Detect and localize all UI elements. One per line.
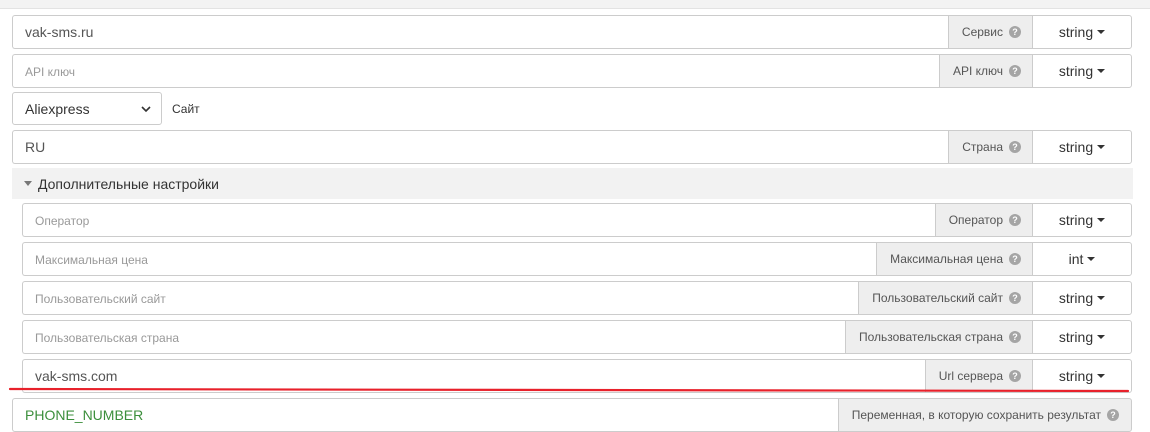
api-key-label-text: API ключ: [952, 64, 1003, 78]
site-select-value: Aliexpress: [25, 100, 90, 117]
top-toolbar-strip: [0, 0, 1150, 9]
custom-country-row: Пользовательская страна ? string: [22, 320, 1132, 354]
custom-site-type-label: string: [1058, 290, 1094, 306]
operator-type-dropdown[interactable]: string: [1032, 203, 1132, 237]
caret-down-icon: [1097, 218, 1106, 222]
operator-input[interactable]: [22, 203, 935, 237]
site-label: Сайт: [172, 102, 200, 116]
operator-label-text: Оператор: [948, 213, 1003, 227]
caret-down-icon: [1097, 335, 1106, 339]
custom-country-input[interactable]: [22, 320, 845, 354]
api-key-type-dropdown[interactable]: string: [1032, 54, 1132, 88]
help-icon[interactable]: ?: [1009, 26, 1021, 38]
operator-type-label: string: [1058, 212, 1094, 228]
api-key-label: API ключ ?: [938, 54, 1032, 88]
advanced-settings-toggle[interactable]: Дополнительные настройки: [12, 168, 1133, 199]
api-key-input[interactable]: [12, 54, 939, 88]
caret-down-icon: [1097, 296, 1106, 300]
max-price-type-dropdown[interactable]: int: [1032, 242, 1132, 276]
custom-site-row: Пользовательский сайт ? string: [22, 281, 1132, 315]
country-label-text: Страна: [962, 140, 1003, 154]
operator-label: Оператор ?: [934, 203, 1032, 237]
custom-site-input[interactable]: [22, 281, 859, 315]
api-key-type-label: string: [1058, 63, 1094, 79]
country-type-label: string: [1058, 139, 1094, 155]
help-icon[interactable]: ?: [1009, 141, 1021, 153]
country-input[interactable]: [12, 130, 949, 164]
max-price-input[interactable]: [22, 242, 877, 276]
caret-down-icon: [1087, 257, 1096, 261]
custom-country-label-text: Пользовательская страна: [858, 330, 1003, 344]
caret-down-icon: [1097, 30, 1106, 34]
caret-down-icon: [1097, 69, 1106, 73]
service-label: Сервис ?: [947, 15, 1032, 49]
operator-row: Оператор ? string: [22, 203, 1132, 237]
max-price-label: Максимальная цена ?: [876, 242, 1032, 276]
triangle-down-icon: [24, 181, 32, 186]
max-price-row: Максимальная цена ? int: [22, 242, 1132, 276]
caret-down-icon: [1097, 145, 1106, 149]
help-icon[interactable]: ?: [1009, 292, 1021, 304]
custom-site-label: Пользовательский сайт ?: [858, 281, 1032, 315]
result-variable-label: Переменная, в которую сохранить результа…: [837, 398, 1132, 432]
service-type-dropdown[interactable]: string: [1032, 15, 1132, 49]
country-type-dropdown[interactable]: string: [1032, 130, 1132, 164]
help-icon[interactable]: ?: [1009, 65, 1021, 77]
advanced-settings-title: Дополнительные настройки: [38, 175, 219, 192]
result-variable-label-text: Переменная, в которую сохранить результа…: [851, 408, 1101, 422]
api-key-row: API ключ ? string: [12, 54, 1132, 88]
custom-country-type-label: string: [1058, 329, 1094, 345]
caret-down-icon: [1097, 374, 1106, 378]
help-icon[interactable]: ?: [1009, 331, 1021, 343]
country-label: Страна ?: [948, 130, 1032, 164]
country-row: Страна ? string: [12, 130, 1132, 164]
help-icon[interactable]: ?: [1107, 409, 1119, 421]
chevron-down-icon: [141, 106, 151, 113]
site-select[interactable]: Aliexpress: [12, 92, 162, 125]
max-price-label-text: Максимальная цена: [890, 252, 1003, 266]
service-type-label: string: [1058, 24, 1094, 40]
custom-country-type-dropdown[interactable]: string: [1032, 320, 1132, 354]
custom-site-label-text: Пользовательский сайт: [872, 291, 1003, 305]
service-label-text: Сервис: [961, 25, 1003, 39]
custom-country-label: Пользовательская страна ?: [844, 320, 1032, 354]
help-icon[interactable]: ?: [1009, 214, 1021, 226]
red-underline-annotation: [8, 387, 1130, 393]
service-input[interactable]: [12, 15, 948, 49]
result-variable-input[interactable]: [12, 398, 838, 432]
help-icon[interactable]: ?: [1009, 253, 1021, 265]
max-price-type-label: int: [1068, 251, 1084, 267]
result-variable-row: Переменная, в которую сохранить результа…: [12, 398, 1132, 432]
service-row: Сервис ? string: [12, 15, 1132, 49]
custom-site-type-dropdown[interactable]: string: [1032, 281, 1132, 315]
